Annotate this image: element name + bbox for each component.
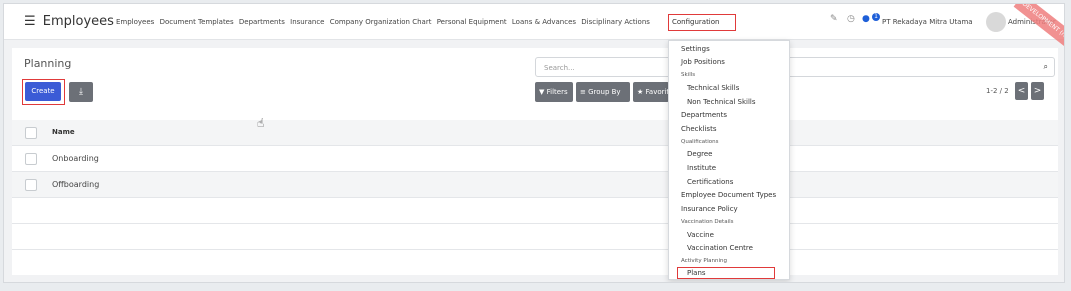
dd-institute[interactable]: Institute bbox=[687, 164, 716, 172]
row-checkbox[interactable] bbox=[25, 179, 37, 191]
breadcrumb: Planning bbox=[24, 57, 72, 70]
edit-icon[interactable]: ✎ bbox=[830, 14, 838, 24]
dd-vaccine[interactable]: Vaccine bbox=[687, 231, 714, 239]
row-name: Onboarding bbox=[52, 154, 99, 163]
clock-icon[interactable]: ◷ bbox=[847, 14, 855, 24]
empty-row bbox=[12, 198, 1058, 224]
search-placeholder: Search... bbox=[544, 64, 575, 72]
configuration-dropdown: Settings Job Positions Skills Technical … bbox=[668, 40, 790, 280]
table-header: Name bbox=[12, 120, 1058, 146]
create-button-highlight: Create bbox=[22, 79, 65, 105]
dd-insurance-policy[interactable]: Insurance Policy bbox=[681, 205, 738, 213]
dd-header-skills: Skills bbox=[681, 72, 696, 78]
menu-personal-equipment[interactable]: Personal Equipment bbox=[437, 18, 507, 26]
dd-vaccination-centre[interactable]: Vaccination Centre bbox=[687, 244, 753, 252]
dd-technical-skills[interactable]: Technical Skills bbox=[687, 84, 739, 92]
dd-employee-document-types[interactable]: Employee Document Types bbox=[681, 191, 776, 199]
menu-loans-advances[interactable]: Loans & Advances bbox=[512, 18, 576, 26]
menu-document-templates[interactable]: Document Templates bbox=[160, 18, 234, 26]
column-name-header[interactable]: Name bbox=[52, 128, 75, 136]
menu-configuration[interactable]: Configuration bbox=[668, 14, 736, 31]
table-row[interactable]: Offboarding bbox=[12, 172, 1058, 198]
create-button[interactable]: Create bbox=[25, 82, 61, 101]
list-view-panel: Planning Search... ⌕ Create ⤓ ▼ Filters … bbox=[12, 48, 1058, 275]
download-icon[interactable]: ⤓ bbox=[69, 82, 93, 102]
dd-job-positions[interactable]: Job Positions bbox=[681, 58, 725, 66]
records-table: Name Onboarding Offboarding bbox=[12, 120, 1058, 276]
pager-next-button[interactable]: > bbox=[1031, 82, 1044, 100]
search-icon[interactable]: ⌕ bbox=[1044, 62, 1048, 72]
dd-header-activity-planning: Activity Planning bbox=[681, 258, 728, 264]
favorites-button[interactable]: ★ Favorites bbox=[633, 82, 669, 102]
menu-disciplinary-actions[interactable]: Disciplinary Actions bbox=[581, 18, 650, 26]
dd-degree[interactable]: Degree bbox=[687, 150, 712, 158]
empty-row bbox=[12, 224, 1058, 250]
row-name: Offboarding bbox=[52, 180, 100, 189]
table-row[interactable]: Onboarding bbox=[12, 146, 1058, 172]
menu-insurance[interactable]: Insurance bbox=[290, 18, 324, 26]
hamburger-icon[interactable]: ☰ bbox=[24, 14, 36, 29]
filters-button[interactable]: ▼ Filters bbox=[535, 82, 573, 102]
chat-count-badge: 1 bbox=[872, 13, 880, 21]
dd-checklists[interactable]: Checklists bbox=[681, 125, 716, 133]
pager-value: 1-2 / 2 bbox=[986, 87, 1009, 95]
hand-cursor-icon: ☝ bbox=[257, 116, 265, 130]
main-menu: Employees Document Templates Departments… bbox=[116, 18, 653, 26]
chat-icon[interactable]: ● bbox=[862, 14, 870, 24]
app-window: ☰ Employees Employees Document Templates… bbox=[3, 3, 1065, 283]
dd-settings[interactable]: Settings bbox=[681, 45, 710, 53]
select-all-checkbox[interactable] bbox=[25, 127, 37, 139]
app-name: Employees bbox=[42, 14, 114, 29]
avatar[interactable] bbox=[986, 12, 1006, 32]
top-navbar: ☰ Employees Employees Document Templates… bbox=[4, 4, 1064, 63]
menu-employees[interactable]: Employees bbox=[116, 18, 154, 26]
group-by-button[interactable]: ≡ Group By bbox=[576, 82, 630, 102]
menu-departments[interactable]: Departments bbox=[239, 18, 285, 26]
search-input[interactable]: Search... ⌕ bbox=[535, 57, 1055, 77]
company-switcher[interactable]: PT Rekadaya Mitra Utama bbox=[882, 18, 973, 26]
empty-row bbox=[12, 250, 1058, 276]
dd-plans[interactable]: Plans bbox=[687, 269, 706, 277]
dd-header-qualifications: Qualifications bbox=[681, 139, 719, 145]
menu-org-chart[interactable]: Company Organization Chart bbox=[330, 18, 432, 26]
row-checkbox[interactable] bbox=[25, 153, 37, 165]
pager-prev-button[interactable]: < bbox=[1015, 82, 1028, 100]
dd-non-technical-skills[interactable]: Non Technical Skills bbox=[687, 98, 756, 106]
dd-header-vaccination-details: Vaccination Details bbox=[681, 219, 734, 225]
dd-certifications[interactable]: Certifications bbox=[687, 178, 733, 186]
app-title[interactable]: ☰ Employees bbox=[24, 14, 114, 29]
dd-departments[interactable]: Departments bbox=[681, 111, 727, 119]
